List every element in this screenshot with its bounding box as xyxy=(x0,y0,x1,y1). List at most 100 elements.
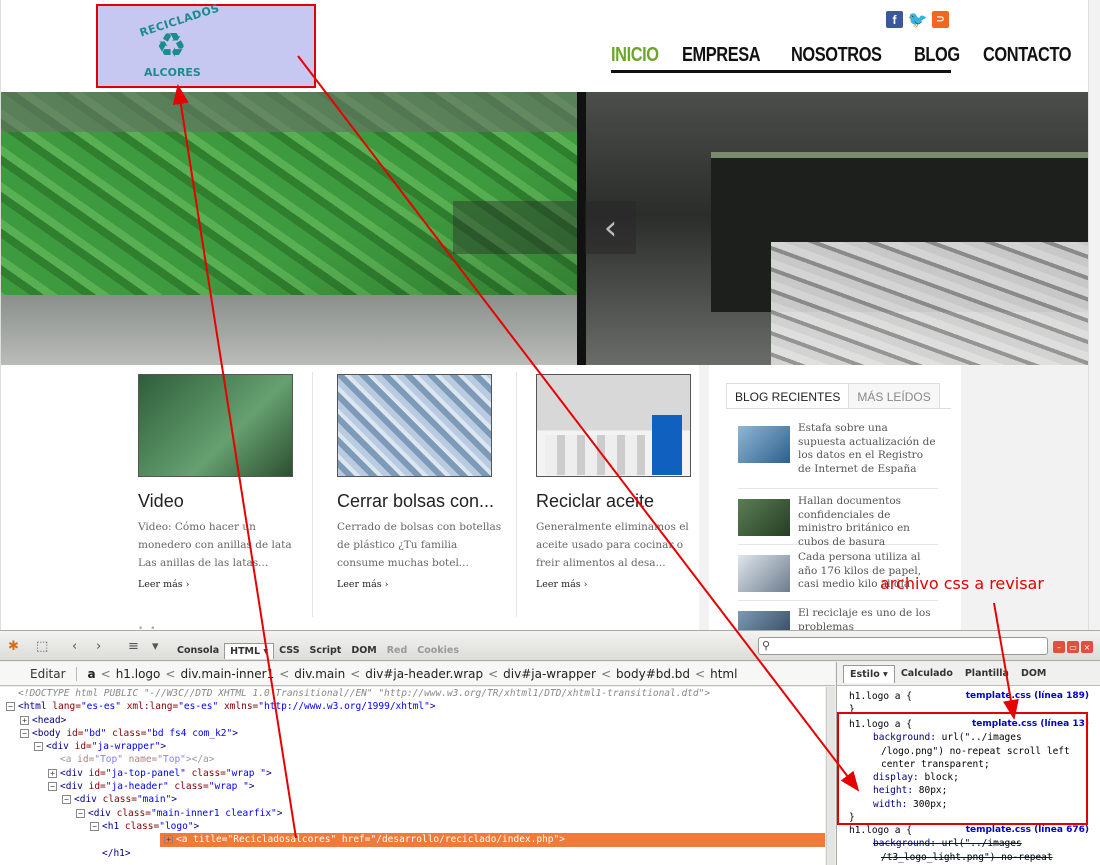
list-item[interactable]: Hallan documentos confidenciales de mini… xyxy=(738,495,938,548)
expand-icon[interactable]: + xyxy=(48,768,57,778)
tab-css[interactable]: CSS xyxy=(274,643,304,659)
post-title[interactable]: El reciclaje es uno de los problemas med… xyxy=(798,607,938,630)
rss-icon[interactable]: ⊃ xyxy=(932,11,949,28)
logo-bottom-text: ALCORES xyxy=(144,66,201,79)
edit-button[interactable]: Editar xyxy=(0,666,77,681)
breadcrumb-item[interactable]: div.main-inner1 xyxy=(177,667,277,681)
breadcrumb-item[interactable]: div#ja-header.wrap xyxy=(362,667,486,681)
minimize-icon[interactable]: – xyxy=(1053,641,1065,653)
tab-html[interactable]: HTML ▾ xyxy=(224,643,275,659)
menu-icon[interactable]: ≡ xyxy=(128,639,139,654)
post-thumbnail[interactable] xyxy=(738,426,790,463)
article-card: Video Video: Cómo hacer un monedero con … xyxy=(138,374,313,590)
article-card: Cerrar bolsas con... Cerrado de bolsas c… xyxy=(337,374,512,590)
tree-node[interactable]: − <div class="main-inner1 clearfix"> xyxy=(0,807,825,820)
tab-consola[interactable]: Consola xyxy=(172,643,224,659)
article-title[interactable]: Video xyxy=(138,491,313,512)
tree-node[interactable]: <!DOCTYPE html PUBLIC "-//W3C//DTD XHTML… xyxy=(0,687,825,700)
tab-mas-leidos[interactable]: MÁS LEÍDOS xyxy=(848,383,940,408)
tree-node[interactable]: − <h1 class="logo"> xyxy=(0,820,825,833)
tab-estilo[interactable]: Estilo ▾ xyxy=(843,664,895,683)
css-source-link[interactable]: template.css (línea 189) xyxy=(966,690,1089,703)
nav-item-blog[interactable]: BLOG xyxy=(914,42,960,70)
article-title[interactable]: Cerrar bolsas con... xyxy=(337,491,512,512)
breadcrumb-item[interactable]: h1.logo xyxy=(113,667,164,681)
nav-item-empresa[interactable]: EMPRESA xyxy=(682,42,761,70)
collapse-icon[interactable]: − xyxy=(34,742,43,752)
post-title[interactable]: Estafa sobre una supuesta actualización … xyxy=(798,422,938,488)
window-buttons: – ▭ × xyxy=(1053,641,1093,653)
tab-plantilla[interactable]: Plantilla xyxy=(959,665,1015,682)
read-more-link[interactable]: Leer más › xyxy=(337,579,512,590)
sidebar-tabs: BLOG RECIENTES MÁS LEÍDOS xyxy=(726,383,951,409)
article-thumbnail[interactable] xyxy=(138,374,293,477)
close-icon[interactable]: × xyxy=(1081,641,1093,653)
tab-dom-side[interactable]: DOM xyxy=(1015,665,1052,682)
article-card: Reciclar aceite Generalmente eliminamos … xyxy=(536,374,711,590)
article-thumbnail[interactable] xyxy=(536,374,691,477)
nav-item-contacto[interactable]: CONTACTO xyxy=(983,42,1072,70)
site-logo-link[interactable]: RECICLADOS ♻ ALCORES xyxy=(96,1,316,88)
breadcrumb-item[interactable]: html xyxy=(707,667,740,681)
collapse-icon[interactable]: − xyxy=(20,728,29,738)
post-thumbnail[interactable] xyxy=(738,611,790,630)
collapse-icon[interactable]: − xyxy=(90,821,99,831)
tab-dom[interactable]: DOM xyxy=(346,643,381,659)
tree-node[interactable]: + <div id="ja-top-panel" class="wrap "> xyxy=(0,767,825,780)
collapse-icon[interactable]: − xyxy=(6,702,15,712)
breadcrumb-item[interactable]: a xyxy=(85,667,99,681)
css-rule[interactable]: h1.logo a {template.css (línea 676) backg… xyxy=(849,824,1091,864)
tab-blog-recientes[interactable]: BLOG RECIENTES xyxy=(726,383,850,408)
annotation-label: archivo css a revisar xyxy=(880,574,1044,593)
tree-node[interactable]: − <body id="bd" class="bd fs4 com_k2"> xyxy=(0,727,825,740)
detach-icon[interactable]: ▭ xyxy=(1067,641,1079,653)
tree-node[interactable]: + <head> xyxy=(0,714,825,727)
nav-item-inicio[interactable]: INICIO xyxy=(611,42,659,70)
slider-overlay-panel xyxy=(453,201,577,254)
breadcrumb-item[interactable]: div.main xyxy=(291,667,348,681)
post-title[interactable]: Hallan documentos confidenciales de mini… xyxy=(798,495,938,548)
css-declaration[interactable]: background: url("../images xyxy=(849,837,1091,850)
collapse-icon[interactable]: − xyxy=(76,808,85,818)
back-icon[interactable]: ‹ xyxy=(72,639,77,654)
selected-tree-node[interactable]: + <a title="Recicladosalcores" href="/des… xyxy=(160,833,825,847)
breadcrumb-item[interactable]: body#bd.bd xyxy=(613,667,693,681)
breadcrumb-item[interactable]: div#ja-wrapper xyxy=(500,667,599,681)
html-tree-scrollbar[interactable] xyxy=(826,687,835,865)
tab-cookies[interactable]: Cookies xyxy=(412,643,464,659)
tree-node[interactable]: − <div id="ja-header" class="wrap "> xyxy=(0,780,825,793)
list-item[interactable]: Estafa sobre una supuesta actualización … xyxy=(738,422,938,489)
expand-icon[interactable]: + xyxy=(164,835,173,845)
twitter-icon[interactable]: 🐦 xyxy=(908,11,927,29)
inspect-icon[interactable]: ⬚ xyxy=(36,639,48,654)
css-declaration[interactable]: /t3_logo_light.png") no-repeat xyxy=(849,851,1091,864)
read-more-link[interactable]: Leer más › xyxy=(138,579,313,590)
tree-node-text: </h1> xyxy=(102,847,131,859)
tree-node[interactable]: − <div class="main"> xyxy=(0,793,825,806)
tree-node[interactable]: − <html lang="es-es" xml:lang="es-es" xml… xyxy=(0,700,825,713)
firebug-search-input[interactable] xyxy=(758,637,1048,655)
post-thumbnail[interactable] xyxy=(738,499,790,536)
list-item[interactable]: El reciclaje es uno de los problemas med… xyxy=(738,607,938,630)
tab-script[interactable]: Script xyxy=(305,643,347,659)
article-title[interactable]: Reciclar aceite xyxy=(536,491,711,512)
tab-red[interactable]: Red xyxy=(382,643,413,659)
firebug-bug-icon[interactable]: ✱ xyxy=(8,639,19,654)
read-more-link[interactable]: Leer más › xyxy=(536,579,711,590)
css-source-link[interactable]: template.css (línea 676) xyxy=(966,824,1089,837)
tree-node[interactable]: − <div id="ja-wrapper"> xyxy=(0,740,825,753)
collapse-icon[interactable]: − xyxy=(62,795,71,805)
collapse-icon[interactable]: − xyxy=(48,782,57,792)
facebook-icon[interactable]: f xyxy=(886,11,903,28)
page-scrollbar[interactable] xyxy=(1088,0,1100,630)
tree-node[interactable]: <a id="Top" name="Top"></a> xyxy=(0,753,825,766)
forward-icon[interactable]: › xyxy=(96,639,101,654)
slider-prev-button[interactable]: ‹ xyxy=(585,201,636,254)
tree-node[interactable]: </h1> xyxy=(0,847,825,860)
tab-calculado[interactable]: Calculado xyxy=(895,665,959,682)
nav-item-nosotros[interactable]: NOSOTROS xyxy=(791,42,882,70)
post-thumbnail[interactable] xyxy=(738,555,790,592)
chevron-down-icon[interactable]: ▾ xyxy=(152,639,159,654)
expand-icon[interactable]: + xyxy=(20,715,29,725)
article-thumbnail[interactable] xyxy=(337,374,492,477)
